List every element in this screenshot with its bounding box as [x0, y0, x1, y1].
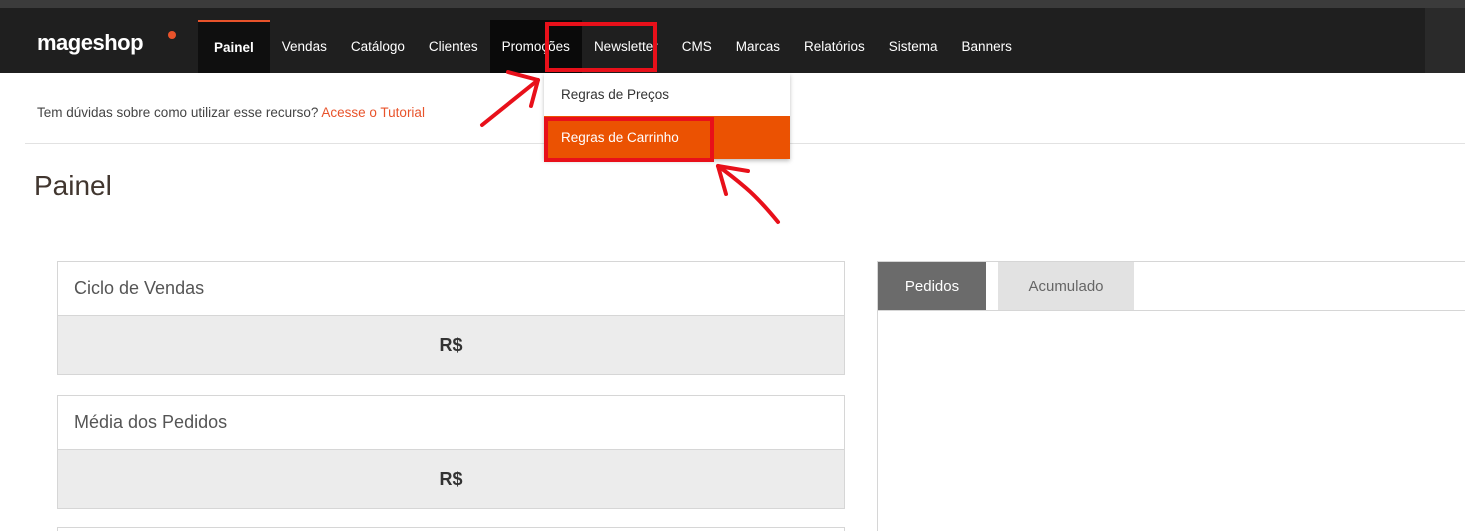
card-title: Média dos Pedidos [58, 396, 844, 450]
help-text: Tem dúvidas sobre como utilizar esse rec… [37, 105, 322, 120]
card-partial [57, 527, 845, 531]
orders-tabs-panel: Pedidos Acumulado [877, 261, 1465, 531]
menu-item-clientes[interactable]: Clientes [417, 20, 490, 73]
sales-cycle-card: Ciclo de Vendas R$ [57, 261, 845, 375]
red-arrow-icon [716, 164, 780, 224]
highlight-box-promocoes [545, 22, 657, 72]
tabs-underline [878, 310, 1465, 311]
mageshop-logo[interactable]: mageshop [37, 30, 144, 56]
menu-item-vendas[interactable]: Vendas [270, 20, 339, 73]
menu-item-relatorios[interactable]: Relatórios [792, 20, 877, 73]
card-value: R$ [58, 316, 844, 374]
dropdown-item-regras-de-precos[interactable]: Regras de Preços [544, 73, 790, 116]
tutorial-link[interactable]: Acesse o Tutorial [321, 105, 425, 120]
card-title: Ciclo de Vendas [58, 262, 844, 316]
menu-item-cms[interactable]: CMS [670, 20, 724, 73]
average-order-card: Média dos Pedidos R$ [57, 395, 845, 509]
tab-acumulado[interactable]: Acumulado [998, 262, 1134, 310]
tab-pedidos[interactable]: Pedidos [878, 262, 986, 310]
top-border [0, 0, 1465, 8]
page-title: Painel [34, 170, 112, 201]
menu-item-marcas[interactable]: Marcas [724, 20, 792, 73]
menu-item-catalogo[interactable]: Catálogo [339, 20, 417, 73]
help-line: Tem dúvidas sobre como utilizar esse rec… [37, 105, 425, 120]
highlight-box-regras-de-carrinho [544, 117, 714, 162]
card-value: R$ [58, 450, 844, 508]
menu-item-painel[interactable]: Painel [198, 20, 270, 73]
top-navigation-bar: mageshop Painel Vendas Catálogo Clientes… [0, 0, 1465, 73]
menu-item-sistema[interactable]: Sistema [877, 20, 950, 73]
red-arrow-icon [480, 70, 540, 127]
logo-dot-icon [168, 31, 176, 39]
menu-item-banners[interactable]: Banners [950, 20, 1024, 73]
topbar-shade [1425, 8, 1465, 73]
